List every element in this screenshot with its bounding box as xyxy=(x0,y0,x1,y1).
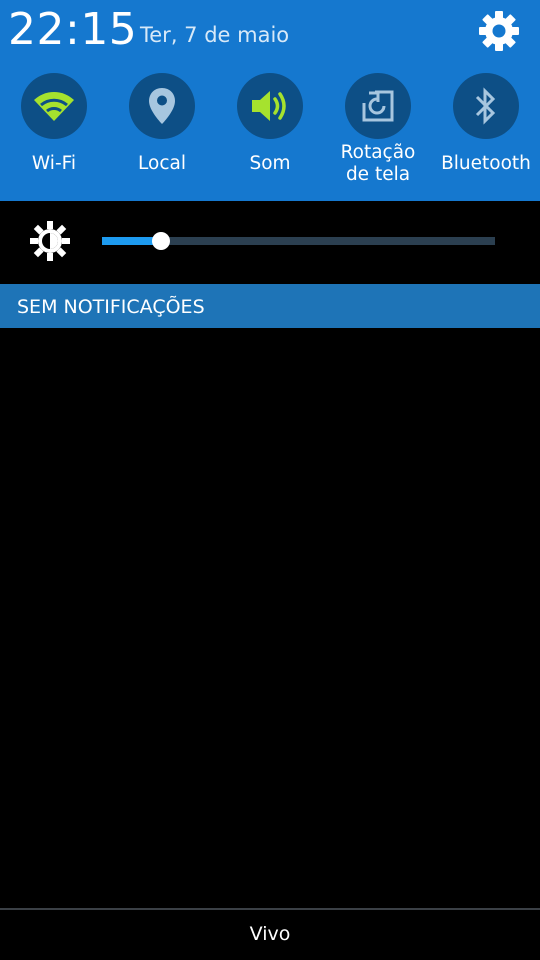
toggle-sound[interactable]: Som xyxy=(216,73,324,193)
bluetooth-icon xyxy=(475,87,496,125)
toggle-rotation-label-line2: de tela xyxy=(345,164,411,185)
brightness-row xyxy=(0,201,540,284)
brightness-icon xyxy=(30,221,70,261)
toggle-sound-circle[interactable] xyxy=(237,73,303,139)
carrier-name: Vivo xyxy=(249,923,291,945)
date-label[interactable]: Ter, 7 de maio xyxy=(140,21,289,49)
toggle-rotation-circle[interactable] xyxy=(345,73,411,139)
toggle-rotation-label-line1: Rotação xyxy=(340,142,416,163)
toggle-wifi-label: Wi-Fi xyxy=(31,153,77,174)
notification-panel: 22:15 Ter, 7 de maio Wi-Fi Local Som Rot… xyxy=(0,0,540,960)
brightness-auto-button[interactable] xyxy=(30,221,70,261)
screen-rotation-icon xyxy=(359,87,394,122)
brightness-slider[interactable] xyxy=(102,232,495,250)
wifi-icon xyxy=(34,92,74,121)
toggle-location-label: Local xyxy=(138,153,186,174)
toggle-location[interactable]: Local xyxy=(108,73,216,193)
toggle-sound-label: Som xyxy=(249,153,291,174)
location-pin-icon xyxy=(149,88,175,124)
no-notifications-label: SEM NOTIFICAÇÕES xyxy=(17,296,205,318)
settings-button[interactable] xyxy=(473,5,525,57)
toggle-wifi[interactable]: Wi-Fi xyxy=(0,73,108,193)
toggle-bluetooth-label: Bluetooth xyxy=(441,153,531,174)
toggle-location-circle[interactable] xyxy=(129,73,195,139)
toggle-bluetooth-circle[interactable] xyxy=(453,73,519,139)
clock: 22:15 xyxy=(8,4,138,55)
toggle-wifi-circle[interactable] xyxy=(21,73,87,139)
notifications-list xyxy=(0,328,540,908)
toggle-screen-rotation[interactable]: Rotação de tela xyxy=(324,73,432,193)
speaker-icon xyxy=(252,91,286,121)
gear-icon xyxy=(479,11,519,51)
brightness-slider-thumb[interactable] xyxy=(151,232,170,250)
quick-settings-header: 22:15 Ter, 7 de maio Wi-Fi Local Som Rot… xyxy=(0,0,540,201)
carrier-bar: Vivo xyxy=(0,908,540,960)
toggle-bluetooth[interactable]: Bluetooth xyxy=(432,73,540,193)
toggle-rotation-label: Rotação de tela xyxy=(318,142,438,186)
notifications-header: SEM NOTIFICAÇÕES xyxy=(0,284,540,328)
